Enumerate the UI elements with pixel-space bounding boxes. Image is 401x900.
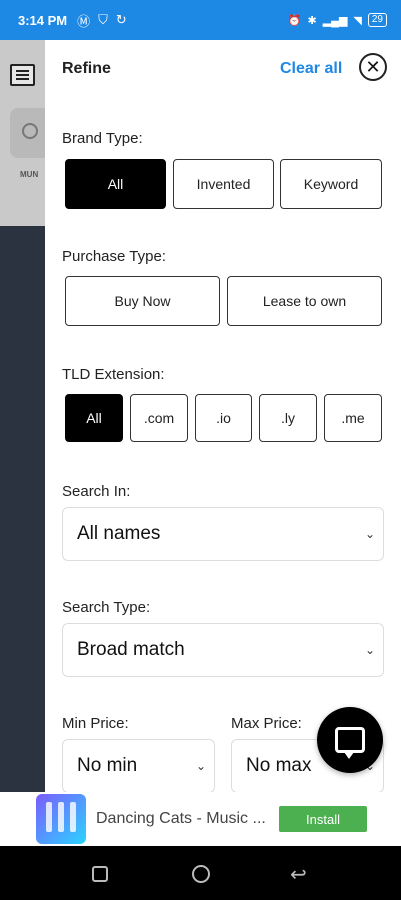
tld-extension-label: TLD Extension: [62, 366, 165, 383]
search-in-value: All names [77, 523, 161, 544]
chevron-down-icon: ⌄ [364, 527, 375, 541]
refine-panel: Refine Clear all ✕ Brand Type: All Inven… [45, 40, 401, 792]
signal-icon: ▂▄▆ [322, 14, 348, 27]
status-time: 3:14 PM [18, 12, 68, 28]
refine-title: Refine [62, 60, 111, 77]
background-header: MUN [0, 40, 50, 226]
wifi-icon: ◥ [353, 14, 362, 27]
ad-app-icon [36, 794, 86, 844]
search-type-value: Broad match [77, 639, 185, 660]
brand-type-all-button[interactable]: All [65, 159, 166, 209]
brand-type-invented-button[interactable]: Invented [173, 159, 274, 209]
back-icon[interactable]: ↩ [290, 862, 307, 887]
refine-header: Refine Clear all ✕ [45, 40, 401, 110]
min-price-label: Min Price: [62, 715, 129, 732]
search-icon [22, 123, 38, 139]
tld-ly-button[interactable]: .ly [259, 394, 317, 442]
clear-all-button[interactable]: Clear all [280, 60, 342, 78]
shield-icon: ⛉ [98, 12, 108, 27]
home-icon[interactable] [192, 865, 210, 883]
background-search-field[interactable] [10, 108, 50, 158]
tld-all-button[interactable]: All [65, 394, 123, 442]
chat-button[interactable] [317, 707, 383, 773]
min-price-value: No min [77, 755, 138, 776]
search-in-label: Search In: [62, 483, 131, 500]
menu-icon[interactable] [10, 64, 35, 86]
purchase-type-label: Purchase Type: [62, 248, 166, 265]
search-type-label: Search Type: [62, 599, 151, 616]
lease-to-own-button[interactable]: Lease to own [227, 276, 382, 326]
brand-type-label: Brand Type: [62, 130, 143, 147]
ad-banner[interactable]: Dancing Cats - Music ... Install [0, 792, 401, 846]
tld-me-button[interactable]: .me [324, 394, 382, 442]
sync-icon: ↻ [115, 12, 127, 27]
chat-icon [335, 727, 365, 759]
recent-apps-icon[interactable] [92, 866, 108, 882]
search-type-select[interactable]: Broad match ⌄ [62, 623, 384, 677]
tld-com-button[interactable]: .com [130, 394, 188, 442]
close-icon[interactable]: ✕ [359, 53, 387, 81]
buy-now-button[interactable]: Buy Now [65, 276, 220, 326]
search-in-select[interactable]: All names ⌄ [62, 507, 384, 561]
background-label: MUN [20, 170, 39, 179]
chevron-down-icon: ⌄ [195, 759, 206, 773]
system-nav-bar: ↩ [0, 846, 401, 900]
alarm-icon: ⏰ [287, 14, 302, 27]
status-bar: 3:14 PM Ⓜ ⛉ ↻ ⏰ ✱ ▂▄▆ ◥ 29 [0, 0, 401, 40]
background-page: MUN [0, 40, 50, 792]
max-price-label: Max Price: [231, 715, 302, 732]
ad-title: Dancing Cats - Music ... [96, 810, 266, 827]
bluetooth-icon: ✱ [307, 14, 317, 27]
ad-install-button[interactable]: Install [279, 806, 367, 832]
tld-io-button[interactable]: .io [195, 394, 252, 442]
battery-indicator: 29 [367, 13, 387, 27]
chevron-down-icon: ⌄ [364, 643, 375, 657]
brand-type-keyword-button[interactable]: Keyword [280, 159, 382, 209]
min-price-select[interactable]: No min ⌄ [62, 739, 215, 792]
max-price-value: No max [246, 755, 312, 776]
notification-m-icon: Ⓜ [77, 13, 91, 29]
